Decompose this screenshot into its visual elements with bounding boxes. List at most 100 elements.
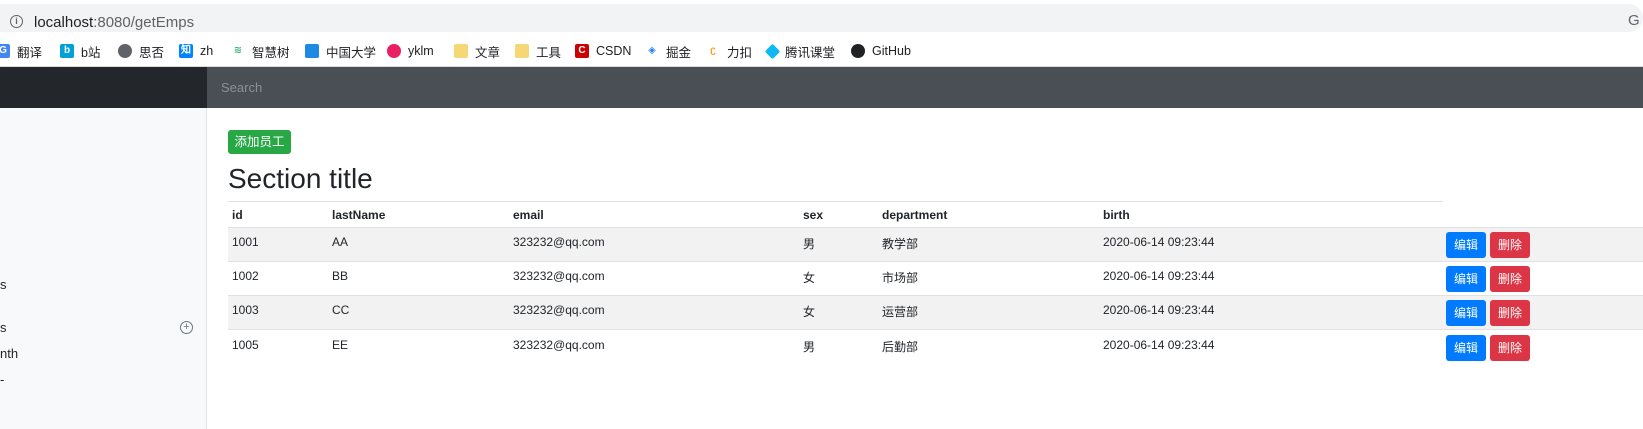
github-icon xyxy=(851,44,865,58)
edit-button[interactable]: 编辑 xyxy=(1446,335,1486,361)
url-text[interactable]: localhost:8080/getEmps xyxy=(34,14,194,31)
url-host: localhost xyxy=(34,14,94,31)
delete-button[interactable]: 删除 xyxy=(1490,266,1530,292)
bilibili-icon: b xyxy=(60,44,74,58)
sidebar-item-fragment[interactable]: nth xyxy=(0,346,18,361)
bookmark-label: 翻译 xyxy=(17,45,43,60)
cell-sex: 女 xyxy=(803,305,816,319)
cell-birth: 2020-06-14 09:23:44 xyxy=(1103,303,1215,317)
table-row xyxy=(228,227,1643,262)
delete-button[interactable]: 删除 xyxy=(1490,232,1530,258)
browser-address-row: i localhost:8080/getEmps G xyxy=(0,0,1643,36)
cell-id: 1005 xyxy=(232,338,259,352)
sidebar-item-fragment[interactable]: - xyxy=(0,372,4,387)
bookmark-bilibili[interactable]: b b站 xyxy=(60,41,100,61)
bookmark-label: 工具 xyxy=(536,45,562,60)
cell-sex: 男 xyxy=(803,340,816,354)
bookmark-mooc[interactable]: 中国大学 xyxy=(305,41,376,61)
folder-icon xyxy=(515,44,529,58)
add-employee-button[interactable]: 添加员工 xyxy=(228,130,291,154)
search-input[interactable] xyxy=(207,67,1643,108)
column-header-email: email xyxy=(513,208,544,222)
cell-lastname: EE xyxy=(332,338,349,352)
table-row xyxy=(228,261,1643,296)
cell-department: 后勤部 xyxy=(882,340,919,354)
bookmark-label: 中国大学 xyxy=(326,45,377,60)
column-header-birth: birth xyxy=(1103,208,1130,222)
cell-id: 1003 xyxy=(232,303,259,317)
yklm-icon xyxy=(387,44,401,58)
globe-icon xyxy=(118,44,132,58)
bookmark-label: 文章 xyxy=(475,45,501,60)
bookmark-github[interactable]: GitHub xyxy=(851,41,911,61)
bookmark-label: b站 xyxy=(81,45,101,60)
bookmark-yklm[interactable]: yklm xyxy=(387,41,434,61)
title-divider xyxy=(228,201,1443,202)
tencent-classroom-icon xyxy=(764,43,781,59)
google-translate-icon: G xyxy=(0,44,10,58)
juejin-icon: ◈ xyxy=(648,45,656,56)
column-header-id: id xyxy=(232,208,243,222)
bookmark-folder-gongju[interactable]: 工具 xyxy=(515,41,561,61)
top-navbar xyxy=(0,67,1643,108)
bookmark-folder-wenzhang[interactable]: 文章 xyxy=(454,41,500,61)
cell-email: 323232@qq.com xyxy=(513,235,605,249)
bookmark-label: zh xyxy=(200,44,214,58)
bookmark-zhihuishu[interactable]: ≋ 智慧树 xyxy=(231,41,290,61)
edit-button[interactable]: 编辑 xyxy=(1446,266,1486,292)
sidebar: s s + nth - xyxy=(0,108,207,429)
column-header-department: department xyxy=(882,208,948,222)
zhihuishu-icon: ≋ xyxy=(233,45,243,56)
column-header-sex: sex xyxy=(803,208,824,222)
zhihu-icon: 知 xyxy=(179,44,193,58)
cell-department: 运营部 xyxy=(882,305,919,319)
bookmark-sifou[interactable]: 思否 xyxy=(118,41,164,61)
cell-lastname: AA xyxy=(332,235,349,249)
sidebar-item-fragment[interactable]: s xyxy=(0,277,7,292)
cell-id: 1001 xyxy=(232,235,259,249)
add-report-icon[interactable]: + xyxy=(180,321,193,334)
bookmark-csdn[interactable]: C CSDN xyxy=(575,41,631,61)
cell-sex: 男 xyxy=(803,237,816,251)
bookmark-label: yklm xyxy=(408,44,434,58)
leetcode-icon: ʗ xyxy=(710,45,716,56)
info-icon[interactable]: i xyxy=(10,15,23,28)
cell-lastname: BB xyxy=(332,269,349,283)
mooc-icon xyxy=(305,44,319,58)
google-icon[interactable]: G xyxy=(1628,12,1640,29)
navbar-brand[interactable] xyxy=(0,67,207,108)
section-title: Section title xyxy=(228,163,373,194)
cell-email: 323232@qq.com xyxy=(513,269,605,283)
bookmark-label: 力扣 xyxy=(727,45,753,60)
delete-button[interactable]: 删除 xyxy=(1490,300,1530,326)
cell-birth: 2020-06-14 09:23:44 xyxy=(1103,338,1215,352)
bookmark-label: 思否 xyxy=(139,45,165,60)
bookmark-zhihu[interactable]: 知 zh xyxy=(179,41,213,61)
bookmark-juejin[interactable]: ◈ 掘金 xyxy=(645,41,691,61)
cell-id: 1002 xyxy=(232,269,259,283)
url-path: :8080/getEmps xyxy=(93,14,195,31)
cell-email: 323232@qq.com xyxy=(513,303,605,317)
delete-button[interactable]: 删除 xyxy=(1490,335,1530,361)
bookmark-fanyi[interactable]: G 翻译 xyxy=(0,41,42,61)
cell-birth: 2020-06-14 09:23:44 xyxy=(1103,235,1215,249)
table-row xyxy=(228,295,1643,330)
cell-email: 323232@qq.com xyxy=(513,338,605,352)
edit-button[interactable]: 编辑 xyxy=(1446,300,1486,326)
bookmark-tencent-classroom[interactable]: 腾讯课堂 xyxy=(764,41,836,61)
bookmark-label: GitHub xyxy=(872,44,911,58)
bookmark-label: CSDN xyxy=(596,44,632,58)
bookmark-leetcode[interactable]: ʗ 力扣 xyxy=(706,41,752,61)
bookmarks-bar: G 翻译 b b站 思否 知 zh ≋ 智慧树 中国大学 yklm 文章 工具 C CSD… xyxy=(0,36,1643,67)
sidebar-heading-fragment: s xyxy=(0,320,7,335)
cell-sex: 女 xyxy=(803,271,816,285)
cell-department: 教学部 xyxy=(882,237,919,251)
bookmark-label: 腾讯课堂 xyxy=(785,45,836,60)
table-row xyxy=(228,329,1643,364)
edit-button[interactable]: 编辑 xyxy=(1446,232,1486,258)
bookmark-label: 智慧树 xyxy=(252,45,290,60)
folder-icon xyxy=(454,44,468,58)
cell-lastname: CC xyxy=(332,303,350,317)
csdn-icon: C xyxy=(575,44,589,58)
address-bar[interactable]: i localhost:8080/getEmps G xyxy=(0,4,1643,32)
